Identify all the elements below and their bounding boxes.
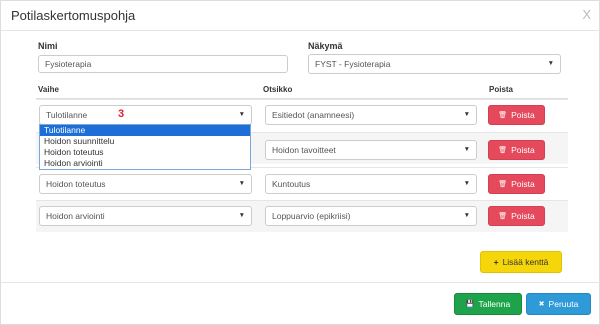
delete-row-button[interactable]: 🗑 Poista (488, 105, 545, 125)
chevron-down-icon: ▼ (547, 60, 554, 67)
delete-row-label: Poista (511, 179, 535, 189)
view-label: Näkymä (308, 41, 343, 51)
delete-row-label: Poista (511, 110, 535, 120)
chevron-down-icon: ▼ (238, 180, 245, 187)
phase-select[interactable]: Tulotilanne ▼ (39, 105, 252, 125)
cancel-button[interactable]: ✖ Peruuta (526, 293, 591, 315)
save-button[interactable]: 💾 Tallenna (454, 293, 522, 315)
column-header-title: Otsikko (263, 85, 293, 94)
delete-row-label: Poista (511, 145, 535, 155)
dropdown-option[interactable]: Tulotilanne (40, 125, 250, 136)
name-label: Nimi (38, 41, 58, 51)
trash-icon: 🗑 (498, 112, 508, 119)
phase-dropdown-list: Tulotilanne Hoidon suunnittelu Hoidon to… (39, 124, 251, 170)
dropdown-option[interactable]: Hoidon toteutus (40, 147, 250, 158)
dropdown-option[interactable]: Hoidon suunnittelu (40, 136, 250, 147)
chevron-down-icon: ▼ (463, 111, 470, 118)
plus-icon: + (493, 257, 499, 267)
chevron-down-icon: ▼ (463, 146, 470, 153)
view-select-value: FYST - Fysioterapia (315, 59, 391, 69)
title-select-value: Hoidon tavoitteet (272, 145, 336, 155)
cancel-label: Peruuta (548, 299, 579, 309)
close-button[interactable]: X (582, 7, 591, 22)
step-annotation: 3 (118, 108, 125, 120)
dropdown-option[interactable]: Hoidon arviointi (40, 158, 250, 169)
column-header-delete: Poista (489, 85, 514, 94)
title-select-value: Kuntoutus (272, 179, 311, 189)
add-field-button[interactable]: + Lisää kenttä (480, 251, 562, 273)
name-input[interactable]: Fysioterapia (38, 55, 288, 73)
chevron-down-icon: ▼ (238, 212, 245, 219)
title-select-value: Esitiedot (anamneesi) (272, 110, 355, 120)
modal-header: Potilaskertomuspohja X (1, 1, 600, 31)
delete-row-label: Poista (511, 211, 535, 221)
title-select[interactable]: Kuntoutus ▼ (265, 174, 477, 194)
add-field-label: Lisää kenttä (502, 257, 549, 267)
view-select[interactable]: FYST - Fysioterapia ▼ (308, 54, 561, 74)
delete-row-button[interactable]: 🗑 Poista (488, 140, 545, 160)
title-select-value: Loppuarvio (epikriisi) (272, 211, 351, 221)
save-label: Tallenna (478, 299, 511, 309)
modal-title: Potilaskertomuspohja (11, 8, 136, 23)
close-icon: ✖ (538, 301, 545, 308)
chevron-down-icon: ▼ (238, 111, 245, 118)
trash-icon: 🗑 (498, 213, 508, 220)
trash-icon: 🗑 (498, 181, 508, 188)
chevron-down-icon: ▼ (463, 180, 470, 187)
phase-select-value: Hoidon arviointi (46, 211, 105, 221)
phase-select[interactable]: Hoidon arviointi ▼ (39, 206, 252, 226)
template-modal: Potilaskertomuspohja X Nimi Fysioterapia… (0, 0, 600, 325)
phase-select-value: Tulotilanne (46, 110, 88, 120)
phase-select[interactable]: Hoidon toteutus ▼ (39, 174, 252, 194)
delete-row-button[interactable]: 🗑 Poista (488, 206, 545, 226)
chevron-down-icon: ▼ (463, 212, 470, 219)
phase-select-value: Hoidon toteutus (46, 179, 106, 189)
trash-icon: 🗑 (498, 147, 508, 154)
title-select[interactable]: Loppuarvio (epikriisi) ▼ (265, 206, 477, 226)
save-icon: 💾 (465, 301, 475, 308)
delete-row-button[interactable]: 🗑 Poista (488, 174, 545, 194)
title-select[interactable]: Esitiedot (anamneesi) ▼ (265, 105, 477, 125)
footer-divider (1, 282, 600, 283)
column-header-phase: Vaihe (38, 85, 59, 94)
title-select[interactable]: Hoidon tavoitteet ▼ (265, 140, 477, 160)
